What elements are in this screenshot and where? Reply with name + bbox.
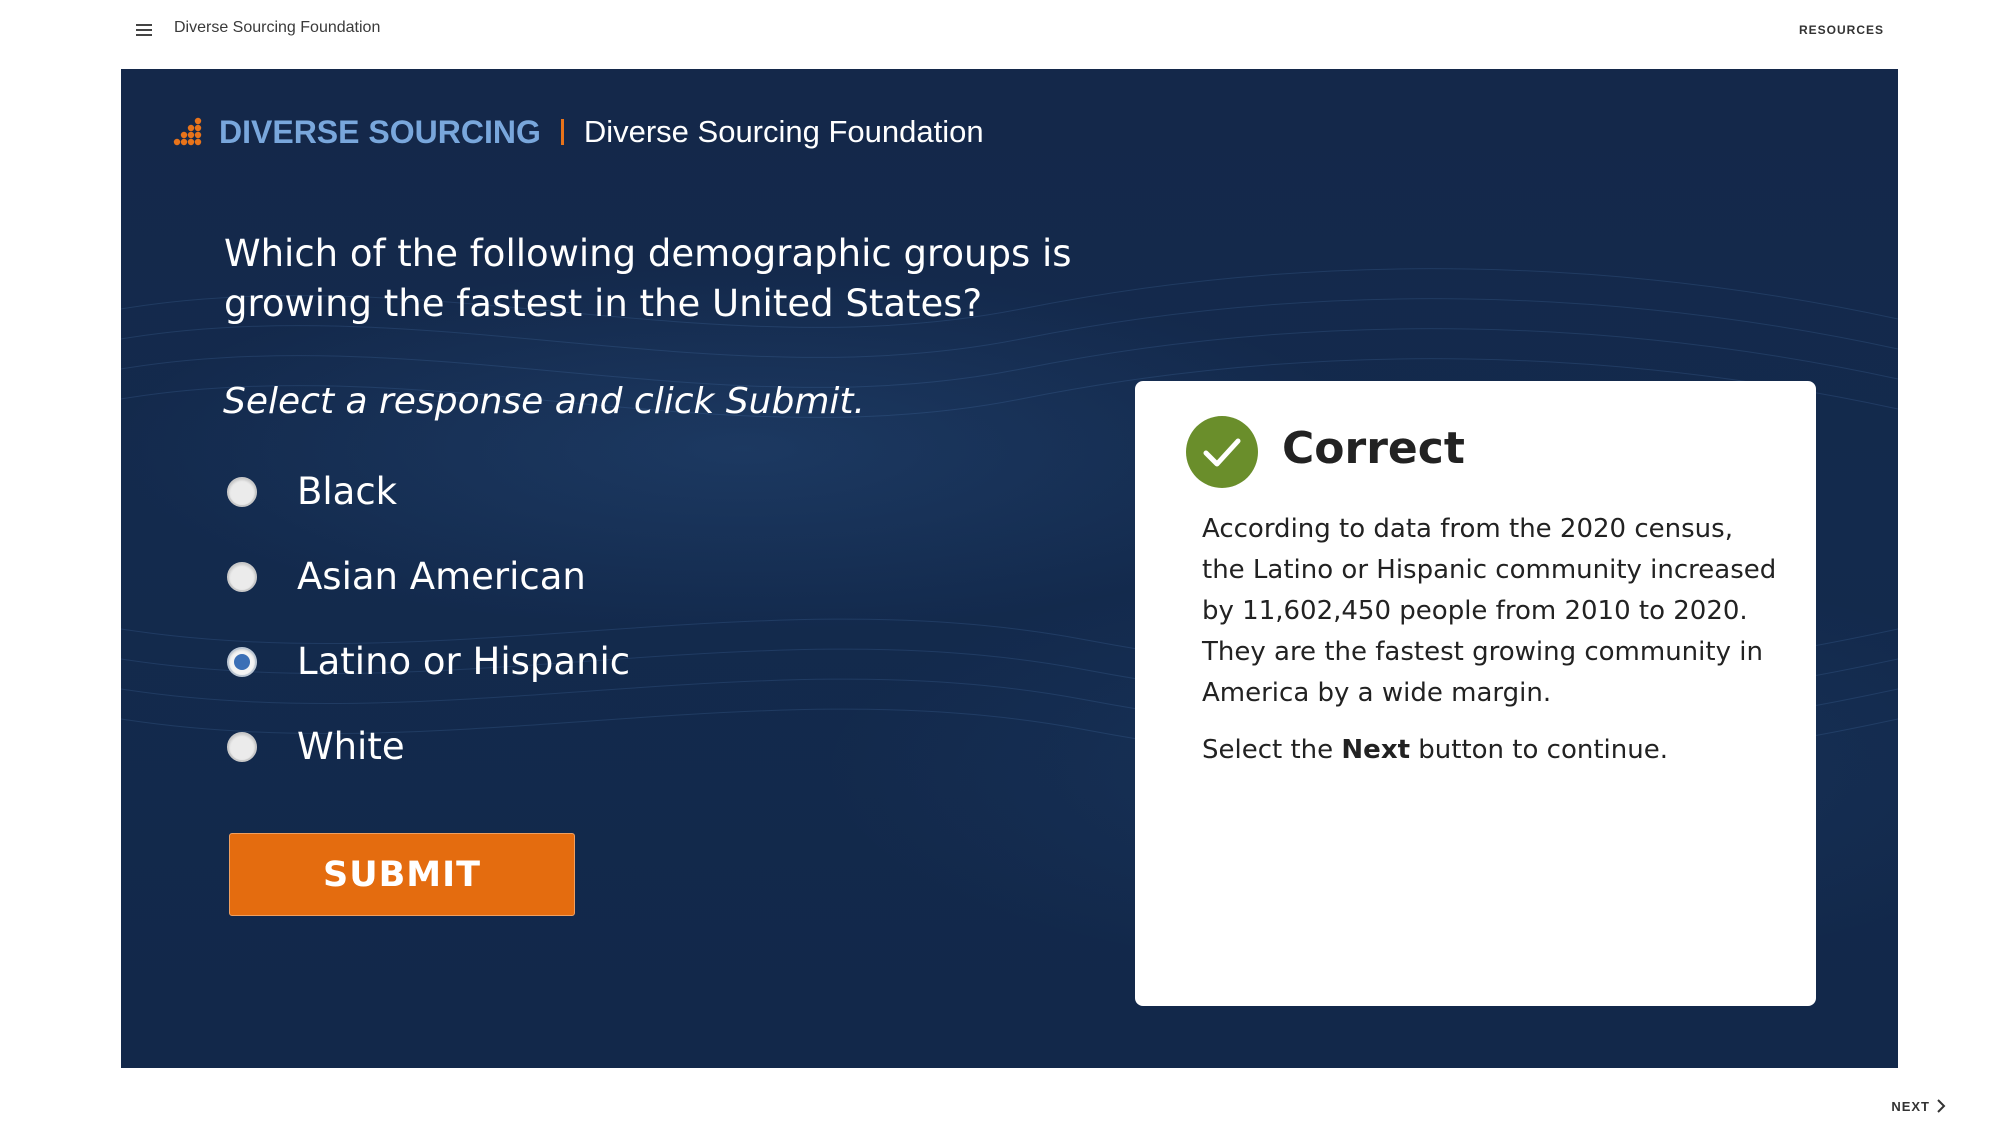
next-suffix: button to continue.: [1410, 735, 1668, 765]
radio-button-selected[interactable]: [227, 646, 257, 677]
question-text: Which of the following demographic group…: [224, 232, 1072, 325]
next-prefix: Select the: [1202, 735, 1342, 765]
submit-button[interactable]: SUBMIT: [229, 833, 575, 916]
radio-button[interactable]: [227, 731, 257, 762]
brand-name: DIVERSE SOURCING: [219, 113, 541, 150]
resources-link[interactable]: RESOURCES: [1799, 23, 1884, 37]
option-white[interactable]: White: [225, 704, 925, 789]
feedback-next-instruction: Select the Next button to continue.: [1202, 730, 1782, 771]
feedback-body: According to data from the 2020 census, …: [1202, 514, 1777, 708]
option-label: White: [297, 725, 405, 768]
instruction-text: Select a response and click Submit.: [223, 381, 865, 422]
top-bar: Diverse Sourcing Foundation RESOURCES: [0, 0, 2016, 68]
option-asian-american[interactable]: Asian American: [225, 534, 925, 619]
radio-button[interactable]: [227, 561, 257, 592]
option-label: Black: [297, 470, 398, 513]
brand-separator: [560, 119, 564, 145]
dots-logo-icon: [173, 117, 202, 146]
course-title: Diverse Sourcing Foundation: [174, 19, 381, 36]
hamburger-menu-icon[interactable]: [134, 20, 156, 40]
radio-button[interactable]: [227, 476, 257, 507]
player-window: Diverse Sourcing Foundation RESOURCES DI…: [0, 0, 2016, 1134]
next-button[interactable]: NEXT: [1891, 1098, 1946, 1114]
answer-options: Black Asian American Latino or Hispanic …: [225, 449, 925, 789]
chevron-right-icon: [1937, 1099, 1946, 1113]
option-black[interactable]: Black: [225, 449, 925, 534]
feedback-title: Correct: [1282, 423, 1465, 474]
next-label: NEXT: [1891, 1098, 1930, 1114]
option-label: Asian American: [297, 555, 586, 598]
feedback-panel: Correct According to data from the 2020 …: [1135, 381, 1816, 1006]
brand-header: DIVERSE SOURCING Diverse Sourcing Founda…: [171, 107, 984, 157]
option-label: Latino or Hispanic: [297, 640, 631, 683]
option-latino-or-hispanic[interactable]: Latino or Hispanic: [225, 619, 925, 704]
slide-stage: DIVERSE SOURCING Diverse Sourcing Founda…: [121, 69, 1898, 1068]
next-bold: Next: [1341, 735, 1411, 765]
checkmark-circle-icon: [1186, 416, 1258, 488]
brand-org: Diverse Sourcing Foundation: [583, 114, 984, 149]
